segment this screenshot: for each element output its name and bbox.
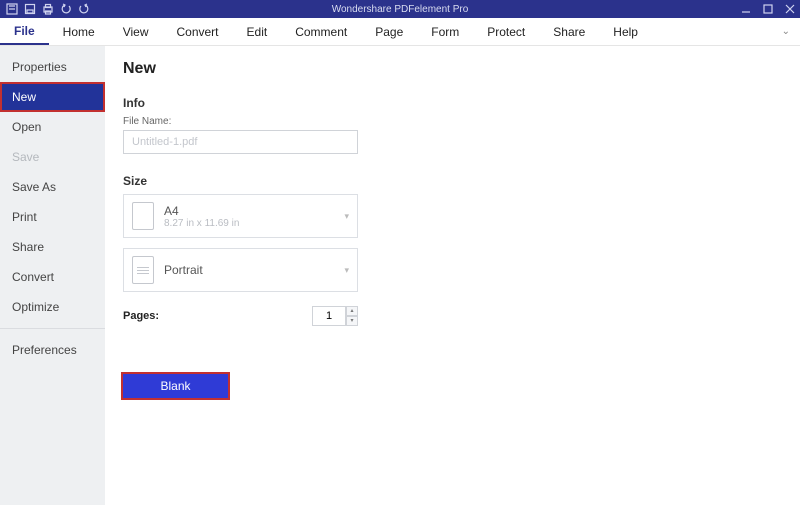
redo-icon[interactable] (78, 3, 90, 15)
info-section-label: Info (123, 96, 782, 110)
chevron-down-icon: ▾ (344, 211, 349, 222)
sidebar-item-properties[interactable]: Properties (0, 52, 105, 82)
pages-stepper[interactable]: ▴ ▾ (312, 306, 358, 326)
minimize-icon[interactable] (740, 3, 752, 15)
main-panel: New Info File Name: Size A4 8.27 in x 11… (105, 46, 800, 505)
sidebar-divider (0, 328, 105, 329)
orientation-icon (132, 256, 154, 284)
app-title: Wondershare PDFelement Pro (0, 4, 800, 15)
page-icon (132, 202, 154, 230)
sidebar-item-preferences[interactable]: Preferences (0, 335, 105, 365)
paper-size-dropdown[interactable]: A4 8.27 in x 11.69 in ▾ (123, 194, 358, 238)
maximize-icon[interactable] (762, 3, 774, 15)
pages-increment[interactable]: ▴ (346, 306, 358, 316)
sidebar-item-new[interactable]: New (0, 82, 105, 112)
ribbon-collapse-icon[interactable]: ⌄ (782, 26, 790, 37)
print-icon[interactable] (42, 3, 54, 15)
file-sidebar: Properties New Open Save Save As Print S… (0, 46, 105, 505)
filename-input[interactable] (123, 130, 358, 154)
sidebar-item-save-as[interactable]: Save As (0, 172, 105, 202)
menu-convert[interactable]: Convert (162, 18, 232, 45)
menu-home[interactable]: Home (49, 18, 109, 45)
orientation-name: Portrait (164, 263, 203, 277)
filename-label: File Name: (123, 116, 782, 127)
sidebar-item-open[interactable]: Open (0, 112, 105, 142)
menu-edit[interactable]: Edit (233, 18, 282, 45)
save-icon[interactable] (24, 3, 36, 15)
menu-help[interactable]: Help (599, 18, 652, 45)
paper-size-dims: 8.27 in x 11.69 in (164, 218, 239, 229)
pages-input[interactable] (312, 306, 346, 326)
close-icon[interactable] (784, 3, 796, 15)
menu-protect[interactable]: Protect (473, 18, 539, 45)
pages-decrement[interactable]: ▾ (346, 316, 358, 326)
sidebar-item-print[interactable]: Print (0, 202, 105, 232)
undo-icon[interactable] (60, 3, 72, 15)
chevron-down-icon: ▾ (344, 265, 349, 276)
menu-share[interactable]: Share (539, 18, 599, 45)
sidebar-item-optimize[interactable]: Optimize (0, 292, 105, 322)
menu-form[interactable]: Form (417, 18, 473, 45)
menu-comment[interactable]: Comment (281, 18, 361, 45)
sidebar-item-convert[interactable]: Convert (0, 262, 105, 292)
menu-page[interactable]: Page (361, 18, 417, 45)
orientation-dropdown[interactable]: Portrait ▾ (123, 248, 358, 292)
paper-size-name: A4 (164, 204, 239, 218)
menu-view[interactable]: View (109, 18, 163, 45)
pages-label: Pages: (123, 310, 159, 322)
sidebar-item-share[interactable]: Share (0, 232, 105, 262)
blank-button[interactable]: Blank (123, 374, 228, 398)
size-section-label: Size (123, 174, 782, 188)
menubar: File Home View Convert Edit Comment Page… (0, 18, 800, 46)
app-logo-icon (6, 3, 18, 15)
menu-file[interactable]: File (0, 18, 49, 45)
titlebar: Wondershare PDFelement Pro (0, 0, 800, 18)
page-title: New (123, 60, 782, 78)
sidebar-item-save: Save (0, 142, 105, 172)
